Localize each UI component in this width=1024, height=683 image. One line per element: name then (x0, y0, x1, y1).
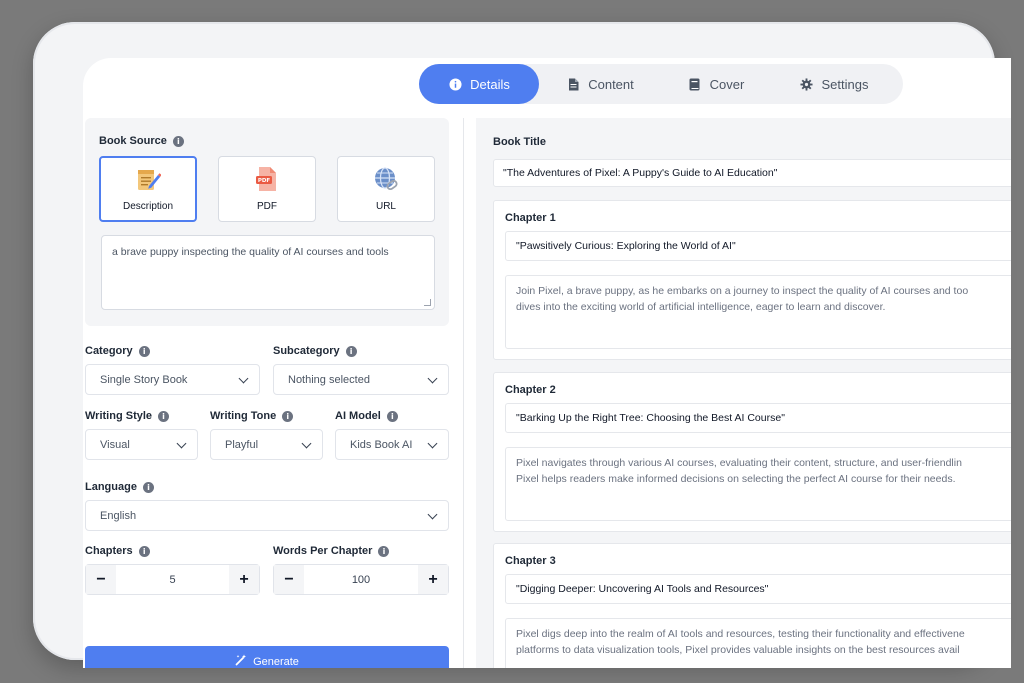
info-icon[interactable]: i (172, 135, 184, 147)
ai-model-select[interactable]: Kids Book AI (335, 429, 449, 460)
decrement-button[interactable]: − (86, 565, 116, 594)
info-icon[interactable]: i (378, 545, 390, 557)
tab-settings[interactable]: Settings (771, 64, 897, 104)
language-select[interactable]: English (85, 500, 449, 531)
chapter-card: Chapter 2 "Barking Up the Right Tree: Ch… (493, 372, 1011, 532)
info-icon[interactable]: i (345, 345, 357, 357)
tab-label: Content (588, 76, 634, 92)
info-icon[interactable]: i (142, 481, 154, 493)
info-icon[interactable]: i (282, 410, 294, 422)
details-form: Book Source i Description PDF PDF URL a … (83, 118, 451, 668)
source-option-label: PDF (257, 201, 277, 212)
chapter-label: Chapter 1 (505, 212, 556, 224)
chapter-summary-textarea[interactable]: Pixel navigates through various AI cours… (505, 447, 1011, 521)
tab-bar: Details Content Cover Settings (419, 64, 903, 104)
source-option-pdf[interactable]: PDF PDF (218, 156, 316, 222)
chapter-summary-textarea[interactable]: Join Pixel, a brave puppy, as he embarks… (505, 275, 1011, 349)
tab-label: Details (470, 76, 510, 92)
chapter-label: Chapter 2 (505, 384, 556, 396)
subcategory-label: Subcategory i (273, 345, 357, 357)
language-label: Language i (85, 481, 154, 493)
chapter-title-input[interactable]: "Pawsitively Curious: Exploring the Worl… (505, 231, 1011, 261)
source-option-url[interactable]: URL (337, 156, 435, 222)
info-icon[interactable]: i (386, 410, 398, 422)
writing-style-select[interactable]: Visual (85, 429, 198, 460)
tab-label: Settings (821, 76, 869, 92)
chevron-down-icon (427, 509, 438, 519)
tab-cover[interactable]: Cover (661, 64, 771, 104)
writing-tone-label: Writing Tone i (210, 410, 294, 422)
chapters-stepper: − 5 + (85, 564, 260, 595)
source-option-description[interactable]: Description (99, 156, 197, 222)
generate-button[interactable]: Generate (85, 646, 449, 668)
category-label: Category i (85, 345, 150, 357)
panel-divider (463, 118, 464, 668)
app-screen: Details Content Cover Settings Book Sour… (83, 58, 1011, 668)
info-icon[interactable]: i (158, 410, 170, 422)
book-source-label: Book Source i (99, 135, 184, 147)
words-per-chapter-stepper: − 100 + (273, 564, 449, 595)
info-icon[interactable]: i (138, 545, 150, 557)
chapter-card: Chapter 3 "Digging Deeper: Uncovering AI… (493, 543, 1011, 668)
source-option-label: Description (122, 201, 174, 212)
generate-label: Generate (253, 655, 299, 668)
resize-handle[interactable] (424, 299, 431, 306)
chapters-label: Chapters i (85, 545, 150, 557)
chevron-down-icon (301, 438, 312, 448)
book-title-label: Book Title (493, 136, 546, 148)
description-textarea[interactable]: a brave puppy inspecting the quality of … (101, 235, 435, 310)
svg-text:PDF: PDF (258, 178, 271, 184)
words-per-chapter-label: Words Per Chapter i (273, 545, 390, 557)
category-select[interactable]: Single Story Book (85, 364, 260, 395)
info-icon[interactable]: i (138, 345, 150, 357)
info-icon (448, 77, 462, 91)
increment-button[interactable]: + (229, 565, 259, 594)
book-title-input[interactable]: "The Adventures of Pixel: A Puppy's Guid… (493, 159, 1011, 187)
chevron-down-icon (427, 438, 438, 448)
writing-style-label: Writing Style i (85, 410, 170, 422)
gear-icon (800, 77, 814, 91)
chapter-summary-textarea[interactable]: Pixel digs deep into the realm of AI too… (505, 618, 1011, 668)
tab-label: Cover (709, 76, 745, 92)
book-icon (688, 77, 702, 91)
chapter-title-input[interactable]: "Digging Deeper: Uncovering AI Tools and… (505, 574, 1011, 604)
chapter-title-input[interactable]: "Barking Up the Right Tree: Choosing the… (505, 403, 1011, 433)
chevron-down-icon (427, 373, 438, 383)
ai-model-label: AI Model i (335, 410, 398, 422)
chapter-label: Chapter 3 (505, 555, 556, 567)
chevron-down-icon (176, 438, 187, 448)
device-frame: Details Content Cover Settings Book Sour… (33, 22, 1011, 668)
chapter-card: Chapter 1 "Pawsitively Curious: Explorin… (493, 200, 1011, 360)
magic-wand-icon (235, 654, 247, 668)
words-per-chapter-value[interactable]: 100 (304, 574, 418, 586)
pdf-file-icon: PDF (255, 166, 279, 195)
notepad-pencil-icon (135, 166, 162, 195)
increment-button[interactable]: + (418, 565, 448, 594)
chapters-value[interactable]: 5 (116, 574, 229, 586)
writing-tone-select[interactable]: Playful (210, 429, 323, 460)
tab-details[interactable]: Details (419, 64, 539, 104)
tab-content[interactable]: Content (539, 64, 661, 104)
globe-link-icon (373, 166, 399, 195)
subcategory-select[interactable]: Nothing selected (273, 364, 449, 395)
document-icon (566, 77, 580, 91)
decrement-button[interactable]: − (274, 565, 304, 594)
book-outline-panel: Book Title "The Adventures of Pixel: A P… (476, 118, 1011, 668)
book-source-section: Book Source i Description PDF PDF URL a … (85, 118, 449, 326)
chevron-down-icon (238, 373, 249, 383)
source-option-label: URL (375, 201, 396, 212)
